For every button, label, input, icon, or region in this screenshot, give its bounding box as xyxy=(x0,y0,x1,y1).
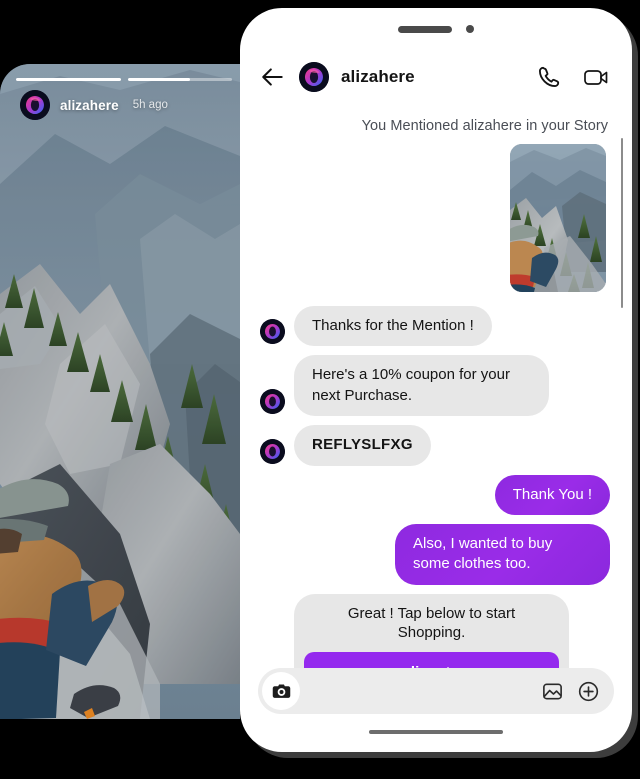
message-bubble-coupon-code[interactable]: REFLYSLFXG xyxy=(294,425,431,466)
alizahere-avatar-icon[interactable] xyxy=(260,319,285,345)
message-input-bar xyxy=(258,668,614,714)
message-row-incoming: REFLYSLFXG xyxy=(260,425,610,466)
plus-circle-icon[interactable] xyxy=(577,680,600,703)
phone-call-icon[interactable] xyxy=(536,64,562,90)
story-timestamp: 5h ago xyxy=(132,99,168,111)
story-attachment-thumbnail[interactable] xyxy=(510,144,606,292)
chat-header: alizahere xyxy=(240,50,632,104)
chat-message-list[interactable]: You Mentioned alizahere in your Story Th… xyxy=(240,104,632,703)
input-actions xyxy=(541,680,604,703)
story-progress-bars[interactable] xyxy=(16,78,232,81)
story-phone: alizahere 5h ago xyxy=(0,64,240,719)
alizahere-avatar-icon[interactable] xyxy=(260,438,285,464)
cta-message-text: Great ! Tap below to start Shopping. xyxy=(347,604,516,642)
message-bubble-thanks[interactable]: Thanks for the Mention ! xyxy=(294,306,492,347)
alizahere-avatar-icon[interactable] xyxy=(20,90,50,120)
chat-scrollbar[interactable] xyxy=(621,138,623,308)
message-row-outgoing: Thank You ! xyxy=(260,474,610,515)
home-indicator xyxy=(369,730,503,734)
story-thumbnail-illustration xyxy=(510,144,606,292)
message-bubble-buy-clothes[interactable]: Also, I wanted to buy some clothes too. xyxy=(395,523,610,585)
message-row-incoming: Thanks for the Mention ! xyxy=(260,306,610,347)
image-gallery-icon[interactable] xyxy=(541,680,564,703)
story-photo-illustration xyxy=(0,64,240,719)
alizahere-avatar-icon[interactable] xyxy=(260,389,285,415)
story-attachment-row xyxy=(260,144,610,292)
camera-icon xyxy=(272,684,290,698)
message-bubble-thank-you[interactable]: Thank You ! xyxy=(494,474,610,515)
video-camera-icon[interactable] xyxy=(582,63,610,91)
story-photo xyxy=(0,64,240,719)
phone-notch xyxy=(240,25,632,33)
story-username: alizahere xyxy=(60,97,119,113)
chat-username[interactable]: alizahere xyxy=(341,67,415,87)
back-arrow-icon[interactable] xyxy=(260,64,286,90)
front-camera-icon xyxy=(466,25,474,33)
message-input[interactable] xyxy=(300,683,541,699)
speaker-grill-icon xyxy=(398,25,452,33)
message-row-outgoing: Also, I wanted to buy some clothes too. xyxy=(260,523,610,585)
story-user-row[interactable]: alizahere 5h ago xyxy=(20,90,168,120)
chat-phone: alizahere You Mentioned alizahere in you… xyxy=(240,8,632,752)
story-progress-bar-1[interactable] xyxy=(16,78,121,81)
mention-note: You Mentioned alizahere in your Story xyxy=(361,118,608,134)
header-actions xyxy=(536,63,610,91)
message-bubble-coupon[interactable]: Here's a 10% coupon for your next Purcha… xyxy=(294,355,549,417)
message-row-incoming: Here's a 10% coupon for your next Purcha… xyxy=(260,355,610,417)
story-progress-bar-2[interactable] xyxy=(127,78,232,81)
alizahere-avatar-icon[interactable] xyxy=(299,62,329,92)
camera-button[interactable] xyxy=(262,672,300,710)
